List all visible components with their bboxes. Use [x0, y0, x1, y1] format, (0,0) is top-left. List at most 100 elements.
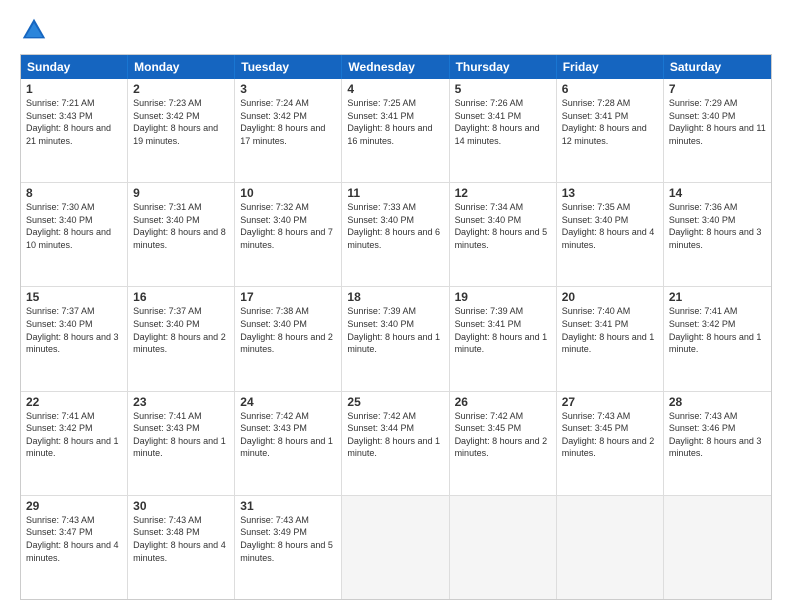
sun-info: Sunrise: 7:39 AM Sunset: 3:41 PM Dayligh… [455, 305, 551, 355]
day-cell-30: 30Sunrise: 7:43 AM Sunset: 3:48 PM Dayli… [128, 496, 235, 599]
day-cell-7: 7Sunrise: 7:29 AM Sunset: 3:40 PM Daylig… [664, 79, 771, 182]
sun-info: Sunrise: 7:23 AM Sunset: 3:42 PM Dayligh… [133, 97, 229, 147]
day-number: 30 [133, 499, 229, 513]
day-number: 10 [240, 186, 336, 200]
sun-info: Sunrise: 7:24 AM Sunset: 3:42 PM Dayligh… [240, 97, 336, 147]
header [20, 16, 772, 44]
day-cell-11: 11Sunrise: 7:33 AM Sunset: 3:40 PM Dayli… [342, 183, 449, 286]
day-number: 9 [133, 186, 229, 200]
sun-info: Sunrise: 7:43 AM Sunset: 3:47 PM Dayligh… [26, 514, 122, 564]
day-number: 2 [133, 82, 229, 96]
sun-info: Sunrise: 7:41 AM Sunset: 3:42 PM Dayligh… [26, 410, 122, 460]
day-cell-13: 13Sunrise: 7:35 AM Sunset: 3:40 PM Dayli… [557, 183, 664, 286]
logo-icon [20, 16, 48, 44]
day-number: 24 [240, 395, 336, 409]
day-number: 1 [26, 82, 122, 96]
day-cell-22: 22Sunrise: 7:41 AM Sunset: 3:42 PM Dayli… [21, 392, 128, 495]
header-day-saturday: Saturday [664, 55, 771, 79]
sun-info: Sunrise: 7:25 AM Sunset: 3:41 PM Dayligh… [347, 97, 443, 147]
day-cell-10: 10Sunrise: 7:32 AM Sunset: 3:40 PM Dayli… [235, 183, 342, 286]
calendar-row-4: 22Sunrise: 7:41 AM Sunset: 3:42 PM Dayli… [21, 391, 771, 495]
empty-cell [557, 496, 664, 599]
empty-cell [664, 496, 771, 599]
day-number: 5 [455, 82, 551, 96]
day-number: 18 [347, 290, 443, 304]
sun-info: Sunrise: 7:43 AM Sunset: 3:49 PM Dayligh… [240, 514, 336, 564]
sun-info: Sunrise: 7:26 AM Sunset: 3:41 PM Dayligh… [455, 97, 551, 147]
calendar-row-3: 15Sunrise: 7:37 AM Sunset: 3:40 PM Dayli… [21, 286, 771, 390]
sun-info: Sunrise: 7:34 AM Sunset: 3:40 PM Dayligh… [455, 201, 551, 251]
day-cell-21: 21Sunrise: 7:41 AM Sunset: 3:42 PM Dayli… [664, 287, 771, 390]
sun-info: Sunrise: 7:32 AM Sunset: 3:40 PM Dayligh… [240, 201, 336, 251]
calendar-body: 1Sunrise: 7:21 AM Sunset: 3:43 PM Daylig… [21, 79, 771, 599]
day-number: 22 [26, 395, 122, 409]
day-number: 15 [26, 290, 122, 304]
day-number: 11 [347, 186, 443, 200]
day-number: 25 [347, 395, 443, 409]
header-day-friday: Friday [557, 55, 664, 79]
day-number: 14 [669, 186, 766, 200]
sun-info: Sunrise: 7:33 AM Sunset: 3:40 PM Dayligh… [347, 201, 443, 251]
day-cell-23: 23Sunrise: 7:41 AM Sunset: 3:43 PM Dayli… [128, 392, 235, 495]
sun-info: Sunrise: 7:21 AM Sunset: 3:43 PM Dayligh… [26, 97, 122, 147]
sun-info: Sunrise: 7:43 AM Sunset: 3:48 PM Dayligh… [133, 514, 229, 564]
day-cell-29: 29Sunrise: 7:43 AM Sunset: 3:47 PM Dayli… [21, 496, 128, 599]
day-cell-1: 1Sunrise: 7:21 AM Sunset: 3:43 PM Daylig… [21, 79, 128, 182]
day-number: 3 [240, 82, 336, 96]
sun-info: Sunrise: 7:42 AM Sunset: 3:44 PM Dayligh… [347, 410, 443, 460]
calendar-row-5: 29Sunrise: 7:43 AM Sunset: 3:47 PM Dayli… [21, 495, 771, 599]
day-cell-4: 4Sunrise: 7:25 AM Sunset: 3:41 PM Daylig… [342, 79, 449, 182]
day-cell-8: 8Sunrise: 7:30 AM Sunset: 3:40 PM Daylig… [21, 183, 128, 286]
day-number: 26 [455, 395, 551, 409]
sun-info: Sunrise: 7:37 AM Sunset: 3:40 PM Dayligh… [133, 305, 229, 355]
day-cell-20: 20Sunrise: 7:40 AM Sunset: 3:41 PM Dayli… [557, 287, 664, 390]
day-number: 20 [562, 290, 658, 304]
day-cell-3: 3Sunrise: 7:24 AM Sunset: 3:42 PM Daylig… [235, 79, 342, 182]
day-cell-27: 27Sunrise: 7:43 AM Sunset: 3:45 PM Dayli… [557, 392, 664, 495]
day-cell-6: 6Sunrise: 7:28 AM Sunset: 3:41 PM Daylig… [557, 79, 664, 182]
day-number: 19 [455, 290, 551, 304]
empty-cell [342, 496, 449, 599]
sun-info: Sunrise: 7:40 AM Sunset: 3:41 PM Dayligh… [562, 305, 658, 355]
sun-info: Sunrise: 7:38 AM Sunset: 3:40 PM Dayligh… [240, 305, 336, 355]
page: SundayMondayTuesdayWednesdayThursdayFrid… [0, 0, 792, 612]
sun-info: Sunrise: 7:42 AM Sunset: 3:45 PM Dayligh… [455, 410, 551, 460]
sun-info: Sunrise: 7:41 AM Sunset: 3:43 PM Dayligh… [133, 410, 229, 460]
day-cell-16: 16Sunrise: 7:37 AM Sunset: 3:40 PM Dayli… [128, 287, 235, 390]
day-number: 12 [455, 186, 551, 200]
day-number: 17 [240, 290, 336, 304]
day-number: 7 [669, 82, 766, 96]
sun-info: Sunrise: 7:37 AM Sunset: 3:40 PM Dayligh… [26, 305, 122, 355]
sun-info: Sunrise: 7:39 AM Sunset: 3:40 PM Dayligh… [347, 305, 443, 355]
day-number: 13 [562, 186, 658, 200]
sun-info: Sunrise: 7:28 AM Sunset: 3:41 PM Dayligh… [562, 97, 658, 147]
day-cell-17: 17Sunrise: 7:38 AM Sunset: 3:40 PM Dayli… [235, 287, 342, 390]
day-number: 31 [240, 499, 336, 513]
day-number: 8 [26, 186, 122, 200]
day-number: 6 [562, 82, 658, 96]
day-number: 27 [562, 395, 658, 409]
day-cell-25: 25Sunrise: 7:42 AM Sunset: 3:44 PM Dayli… [342, 392, 449, 495]
sun-info: Sunrise: 7:42 AM Sunset: 3:43 PM Dayligh… [240, 410, 336, 460]
header-day-tuesday: Tuesday [235, 55, 342, 79]
sun-info: Sunrise: 7:43 AM Sunset: 3:45 PM Dayligh… [562, 410, 658, 460]
day-cell-24: 24Sunrise: 7:42 AM Sunset: 3:43 PM Dayli… [235, 392, 342, 495]
day-cell-14: 14Sunrise: 7:36 AM Sunset: 3:40 PM Dayli… [664, 183, 771, 286]
calendar-header: SundayMondayTuesdayWednesdayThursdayFrid… [21, 55, 771, 79]
calendar-row-2: 8Sunrise: 7:30 AM Sunset: 3:40 PM Daylig… [21, 182, 771, 286]
day-cell-18: 18Sunrise: 7:39 AM Sunset: 3:40 PM Dayli… [342, 287, 449, 390]
calendar-row-1: 1Sunrise: 7:21 AM Sunset: 3:43 PM Daylig… [21, 79, 771, 182]
header-day-thursday: Thursday [450, 55, 557, 79]
day-cell-15: 15Sunrise: 7:37 AM Sunset: 3:40 PM Dayli… [21, 287, 128, 390]
day-number: 16 [133, 290, 229, 304]
day-cell-12: 12Sunrise: 7:34 AM Sunset: 3:40 PM Dayli… [450, 183, 557, 286]
day-number: 21 [669, 290, 766, 304]
empty-cell [450, 496, 557, 599]
calendar: SundayMondayTuesdayWednesdayThursdayFrid… [20, 54, 772, 600]
logo [20, 16, 52, 44]
day-cell-19: 19Sunrise: 7:39 AM Sunset: 3:41 PM Dayli… [450, 287, 557, 390]
sun-info: Sunrise: 7:29 AM Sunset: 3:40 PM Dayligh… [669, 97, 766, 147]
header-day-monday: Monday [128, 55, 235, 79]
sun-info: Sunrise: 7:43 AM Sunset: 3:46 PM Dayligh… [669, 410, 766, 460]
day-number: 28 [669, 395, 766, 409]
